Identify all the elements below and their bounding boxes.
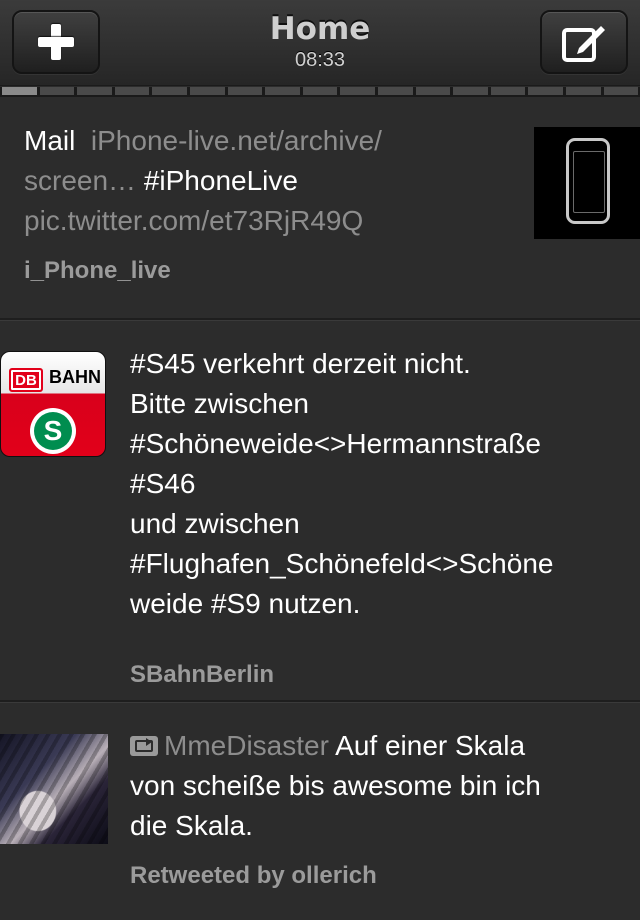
tweet-text: Mail iPhone-live.net/archive/ screen… #i… (24, 121, 519, 241)
tweet-text: #S45 verkehrt derzeit nicht. Bitte zwisc… (130, 344, 630, 624)
tweet-item[interactable]: Mail iPhone-live.net/archive/ screen… #i… (0, 97, 640, 320)
tweet-author[interactable]: i_Phone_live (24, 257, 171, 285)
timeline[interactable]: Mail iPhone-live.net/archive/ screen… #i… (0, 97, 640, 920)
sbahn-letter: S (34, 412, 72, 450)
tweet-item[interactable]: DB BAHN S #S45 verkehrt derzeit nicht. B… (0, 320, 640, 702)
page-indicator-segment (302, 87, 338, 95)
page-indicator-segment (39, 87, 75, 95)
page-title: Home (269, 11, 371, 47)
phone-icon (566, 138, 610, 224)
page-indicator-segment (415, 87, 451, 95)
navigation-bar: Home 08:33 (0, 0, 640, 86)
page-indicator-segment (490, 87, 526, 95)
clock-time: 08:33 (294, 49, 346, 71)
compose-button[interactable] (540, 10, 628, 74)
db-logo: DB (9, 368, 43, 392)
tweet-thumbnail[interactable] (534, 127, 640, 239)
tweet-author[interactable]: SBahnBerlin (130, 661, 274, 689)
tweet-pic-link[interactable]: pic.twitter.com/et73RjR49Q (24, 205, 363, 236)
add-button[interactable] (12, 10, 100, 74)
tweet-line: Bitte zwischen (130, 388, 309, 419)
page-indicator-segment (152, 87, 187, 95)
retweet-icon (130, 736, 158, 756)
page-indicator-segment (377, 87, 413, 95)
page-indicator-segment (603, 87, 639, 95)
bahn-wordmark: BAHN (49, 367, 101, 387)
page-indicator-segment (340, 87, 375, 95)
tweet-line: weide #S9 nutzen. (130, 588, 361, 619)
tweet-line: Auf einer Skala (328, 730, 526, 761)
tweet-lead: Mail (24, 125, 76, 156)
retweeted-by[interactable]: Retweeted by ollerich (130, 862, 377, 890)
tweet-text: MmeDisaster Auf einer Skala von scheiße … (130, 726, 630, 846)
tweet-link[interactable]: iPhone-live.net/archive/ (91, 125, 382, 156)
page-indicator-segment (114, 87, 150, 95)
avatar[interactable] (0, 734, 108, 844)
tweet-line: die Skala. (130, 810, 253, 841)
avatar[interactable]: DB BAHN S (0, 351, 106, 457)
tweet-line: #Flughafen_Schönefeld<>Schöne (130, 548, 554, 579)
sbahn-logo-icon: S (30, 408, 76, 454)
page-indicator-segment (453, 87, 488, 95)
title-block: Home 08:33 (140, 10, 500, 72)
tweet-line: #Schöneweide<>Hermannstraße (130, 428, 541, 459)
tweet-link-cont[interactable]: screen… (24, 165, 136, 196)
plus-icon (38, 24, 74, 60)
tweet-hashtag[interactable]: #iPhoneLive (144, 165, 298, 196)
page-indicator-segment (77, 87, 112, 95)
page-indicator-segment (227, 87, 263, 95)
compose-icon (562, 26, 605, 62)
page-indicator-segment (2, 87, 37, 95)
page-indicator (0, 87, 640, 97)
page-indicator-segment (189, 87, 225, 95)
page-indicator-segment (565, 87, 601, 95)
retweet-user[interactable]: MmeDisaster (164, 730, 329, 761)
tweet-line: und zwischen (130, 508, 300, 539)
page-indicator-segment (528, 87, 563, 95)
tweet-item[interactable]: MmeDisaster Auf einer Skala von scheiße … (0, 702, 640, 920)
tweet-line: #S45 verkehrt derzeit nicht. (130, 348, 471, 379)
tweet-line: #S46 (130, 468, 196, 499)
tweet-line: von scheiße bis awesome bin ich (130, 770, 541, 801)
page-indicator-segment (265, 87, 300, 95)
